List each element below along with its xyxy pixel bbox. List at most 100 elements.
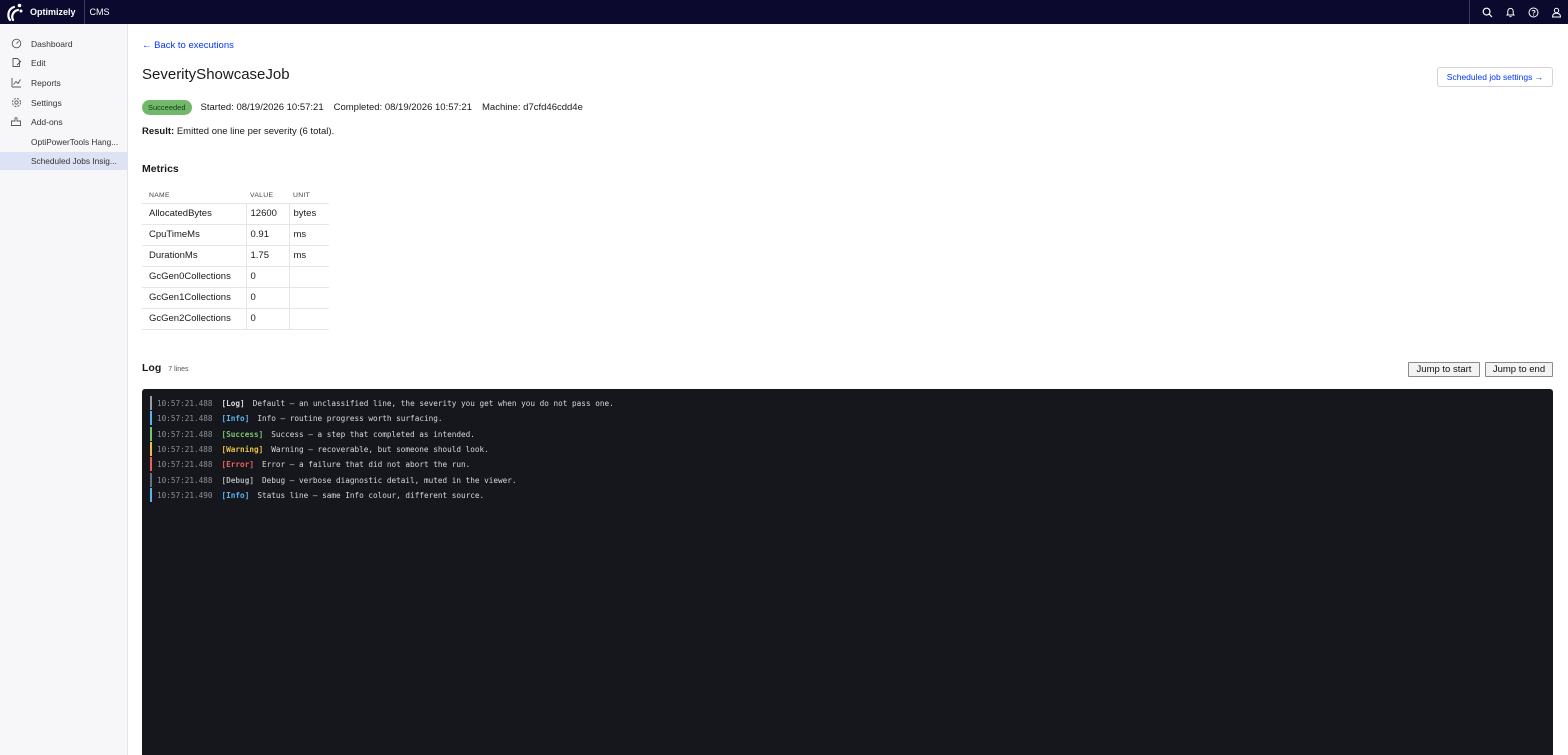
topbar-actions [1469, 0, 1568, 24]
log-message: Info — routine progress worth surfacing. [257, 413, 443, 423]
log-severity-tag: [Error] [221, 459, 254, 469]
sidebar-subitem-label: Scheduled Jobs Insig... [31, 156, 117, 166]
sidebar-item-addons[interactable]: Add-ons [0, 112, 127, 131]
reports-icon [10, 77, 22, 89]
column-header-value: VALUE [250, 191, 274, 199]
log-message: Default — an unclassified line, the seve… [252, 398, 614, 408]
metric-value: 12600 [245, 202, 289, 225]
log-severity-tag: [Info] [221, 490, 250, 500]
top-bar: Optimizely CMS [0, 0, 1568, 24]
sidebar-item-reports[interactable]: Reports [0, 73, 127, 92]
help-icon[interactable] [1522, 0, 1545, 24]
started-time: Started: 08/19/2026 10:57:21 [200, 102, 324, 113]
log-severity-tag: [Debug] [221, 475, 254, 485]
log-line: 10:57:21.488 [Log] Default — an unclassi… [150, 396, 614, 410]
page-title: SeverityShowcaseJob [142, 66, 290, 83]
addons-icon [10, 116, 22, 128]
sidebar-item-label: Reports [31, 77, 61, 88]
table-header-row: NAME VALUE UNIT [142, 188, 329, 203]
log-severity-tag: [Log] [221, 398, 245, 408]
metric-name: CpuTimeMs [142, 223, 246, 246]
log-line: 10:57:21.488 [Info] Info — routine progr… [150, 411, 442, 425]
log-line: 10:57:21.490 [Info] Status line — same I… [150, 488, 484, 502]
jump-to-start-button[interactable]: Jump to start [1408, 362, 1480, 377]
search-icon[interactable] [1476, 0, 1499, 24]
edit-icon [10, 57, 22, 69]
log-timestamp: 10:57:21.490 [157, 490, 213, 500]
log-timestamp: 10:57:21.488 [157, 444, 213, 454]
log-timestamp: 10:57:21.488 [157, 413, 213, 423]
log-line: 10:57:21.488 [Debug] Debug — verbose dia… [150, 473, 517, 487]
sidebar-item-label: Dashboard [31, 38, 73, 49]
sidebar-item-settings[interactable]: Settings [0, 93, 127, 112]
table-row: CpuTimeMs 0.91 ms [142, 223, 329, 246]
metrics-table: NAME VALUE UNIT AllocatedBytes 12600 byt… [142, 188, 329, 330]
log-message: Status line — same Info colour, differen… [257, 490, 485, 500]
metric-unit: bytes [288, 202, 329, 225]
metric-name: GcGen0Collections [142, 265, 246, 288]
metrics-heading: Metrics [142, 163, 179, 175]
sidebar-subitem-optipowertools[interactable]: OptiPowerTools Hang... [0, 133, 127, 151]
metric-name: GcGen2Collections [142, 307, 246, 330]
divider [1469, 0, 1470, 24]
metric-value: 0.91 [245, 223, 289, 246]
sidebar-subitem-label: OptiPowerTools Hang... [31, 137, 119, 147]
log-severity-tag: [Success] [221, 429, 264, 439]
metric-unit [288, 286, 329, 309]
back-to-executions-link[interactable]: ← Back to executions [142, 40, 234, 51]
log-message: Success — a step that completed as inten… [271, 429, 475, 439]
log-line: 10:57:21.488 [Warning] Warning — recover… [150, 442, 489, 456]
log-line: 10:57:21.488 [Success] Success — a step … [150, 427, 475, 441]
table-row: GcGen0Collections 0 [142, 265, 329, 288]
log-header: Log 7 lines [142, 362, 188, 374]
execution-status-row: Succeeded Started: 08/19/2026 10:57:21 C… [142, 100, 593, 115]
column-header-name: NAME [149, 191, 170, 199]
metric-name: AllocatedBytes [142, 202, 246, 225]
log-message: Error — a failure that did not abort the… [261, 459, 471, 469]
sidebar-item-dashboard[interactable]: Dashboard [0, 34, 127, 53]
user-icon[interactable] [1545, 0, 1568, 24]
log-severity-tag: [Warning] [221, 444, 264, 454]
metric-value: 0 [245, 286, 289, 309]
table-row: GcGen1Collections 0 [142, 286, 329, 309]
settings-icon [10, 97, 22, 109]
table-row: AllocatedBytes 12600 bytes [142, 202, 329, 225]
log-console[interactable]: 10:57:21.488 [Log] Default — an unclassi… [142, 389, 1553, 755]
metric-unit [288, 307, 329, 330]
divider [83, 0, 85, 24]
completed-time: Completed: 08/19/2026 10:57:21 [333, 102, 472, 113]
table-row: GcGen2Collections 0 [142, 307, 329, 330]
log-timestamp: 10:57:21.488 [157, 429, 213, 439]
log-timestamp: 10:57:21.488 [157, 398, 213, 408]
result-text: Emitted one line per severity (6 total). [176, 126, 335, 137]
log-timestamp: 10:57:21.488 [157, 459, 213, 469]
jump-to-end-button[interactable]: Jump to end [1485, 362, 1553, 377]
sidebar-item-label: Add-ons [31, 116, 63, 127]
log-heading: Log [142, 362, 162, 374]
column-header-unit: UNIT [293, 191, 311, 199]
scheduled-job-settings-button[interactable]: Scheduled job settings → [1437, 67, 1553, 87]
sidebar-item-label: Edit [31, 57, 46, 68]
brand-logo[interactable]: Optimizely [0, 0, 76, 24]
sidebar-item-edit[interactable]: Edit [0, 53, 127, 72]
sidebar-item-label: Settings [31, 97, 62, 108]
log-line: 10:57:21.488 [Error] Error — a failure t… [150, 457, 470, 471]
sidebar-subitem-scheduled-jobs-insights[interactable]: Scheduled Jobs Insig... [0, 152, 127, 170]
dashboard-icon [10, 38, 22, 50]
metric-value: 0 [245, 265, 289, 288]
log-message: Debug — verbose diagnostic detail, muted… [261, 475, 517, 485]
product-name[interactable]: CMS [90, 7, 110, 17]
status-badge: Succeeded [142, 100, 192, 115]
log-timestamp: 10:57:21.488 [157, 475, 213, 485]
metric-unit [288, 265, 329, 288]
table-row: DurationMs 1.75 ms [142, 244, 329, 267]
optimizely-logo-icon [6, 2, 24, 22]
metric-name: GcGen1Collections [142, 286, 246, 309]
metric-name: DurationMs [142, 244, 246, 267]
bell-icon[interactable] [1499, 0, 1522, 24]
sidebar: Dashboard Edit Reports Settings Add-ons … [0, 24, 128, 755]
result-summary: Result: Emitted one line per severity (6… [142, 126, 334, 137]
log-line-count: 7 lines [168, 366, 189, 373]
brand-name: Optimizely [30, 7, 76, 17]
machine-name: Machine: d7cfd46cdd4e [482, 102, 583, 113]
